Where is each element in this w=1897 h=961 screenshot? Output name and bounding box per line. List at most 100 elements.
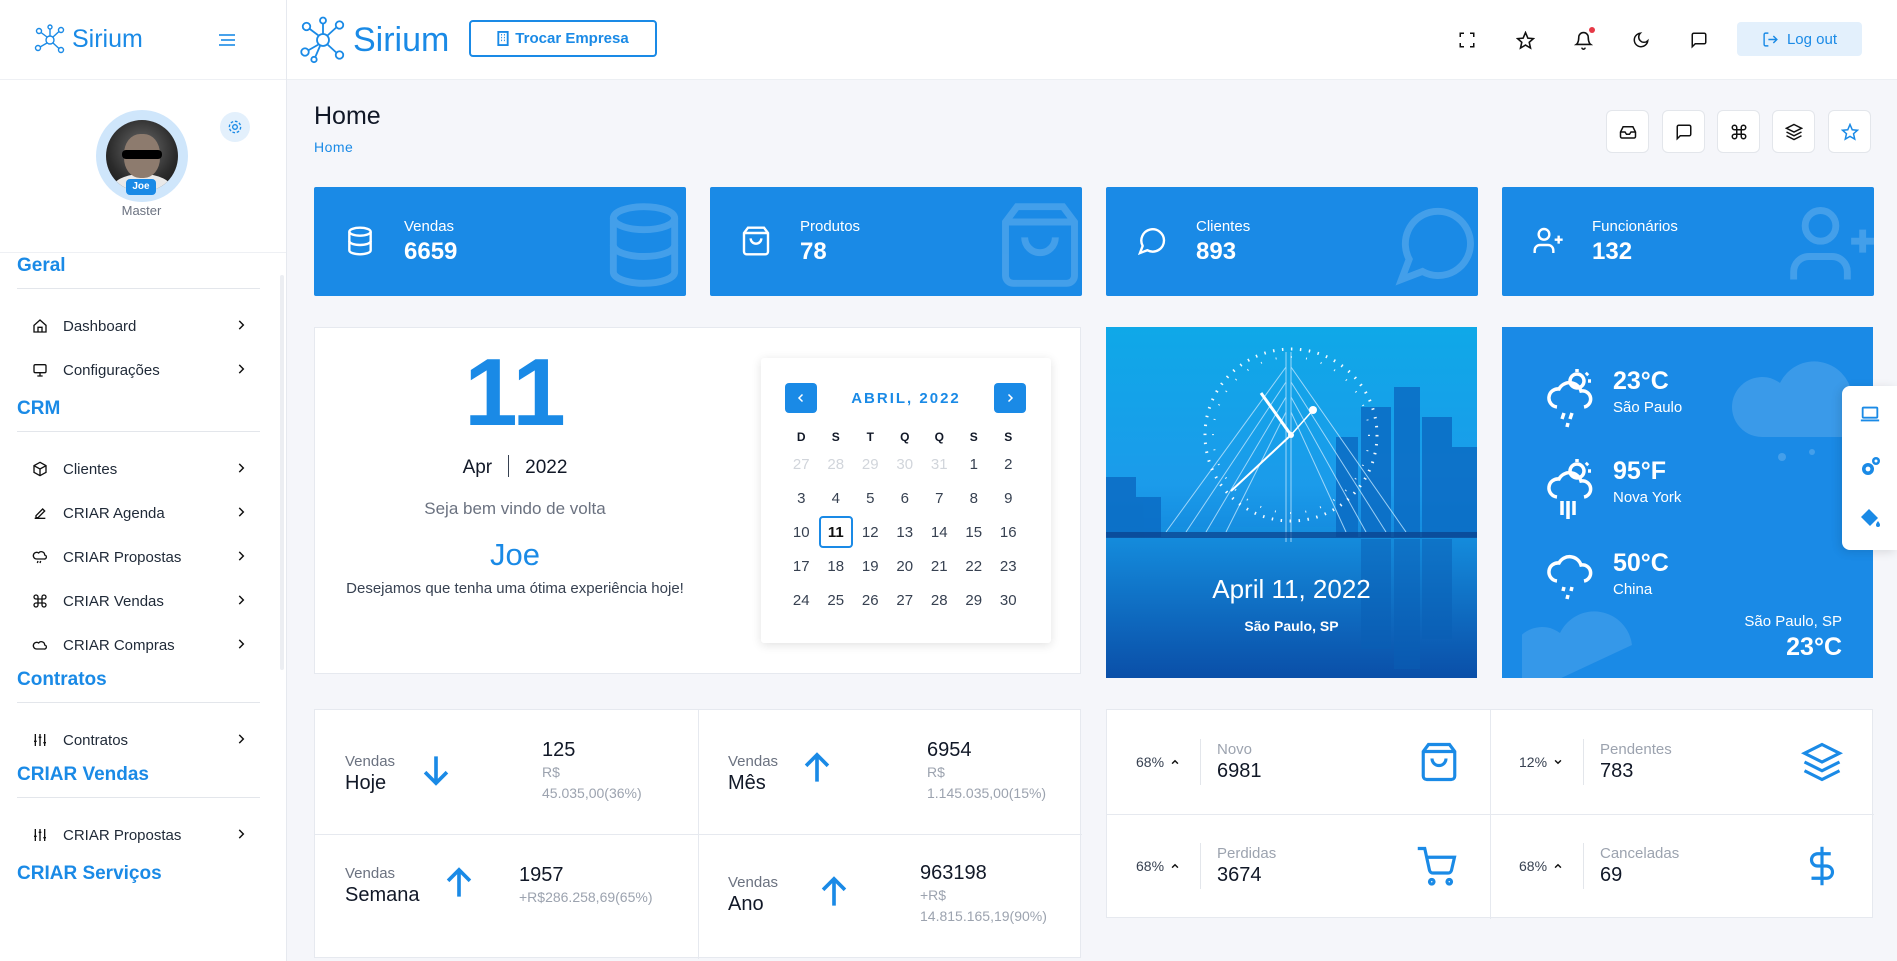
calendar-day-today[interactable]: 11 [818, 516, 854, 550]
stat-card-funcionarios[interactable]: Funcionários 132 [1502, 187, 1874, 296]
sidebar-item-label: CRIAR Propostas [63, 826, 182, 844]
sidebar-item-clientes[interactable]: Clientes [0, 447, 286, 491]
sidebar-item-dashboard[interactable]: Dashboard [0, 304, 286, 348]
settings-gears-icon[interactable] [1856, 453, 1884, 481]
layers-button[interactable] [1772, 110, 1815, 153]
fullscreen-icon[interactable] [1453, 26, 1481, 54]
calendar-day[interactable]: 9 [991, 482, 1026, 516]
calendar-day[interactable]: 28 [819, 448, 854, 482]
switch-company-button[interactable]: Trocar Empresa [469, 20, 657, 57]
star-icon[interactable] [1511, 26, 1539, 54]
calendar-day[interactable]: 14 [922, 516, 957, 550]
right-tool-rail [1842, 386, 1897, 550]
calendar-day-number: 7 [935, 490, 944, 507]
divider [1583, 843, 1584, 889]
sidebar-item-criar-compras[interactable]: CRIAR Compras [0, 623, 286, 667]
sidebar-logo[interactable]: Sirium [0, 0, 286, 80]
sidebar-item-configuracoes[interactable]: Configurações [0, 348, 286, 392]
calendar-day[interactable]: 27 [784, 448, 819, 482]
calendar-day[interactable]: 22 [957, 550, 992, 584]
chevron-right-icon [238, 463, 245, 473]
sidebar-item-criar-agenda[interactable]: CRIAR Agenda [0, 491, 286, 535]
menu-divider [17, 431, 260, 432]
calendar-day[interactable]: 1 [957, 448, 992, 482]
sidebar-item-label: Configurações [63, 361, 160, 379]
shopping-bag-icon [1421, 742, 1457, 782]
topbar-logo[interactable]: Sirium [299, 16, 449, 64]
user-name: Joe [490, 537, 540, 572]
message-square-icon[interactable] [1685, 26, 1713, 54]
calendar-day[interactable]: 23 [991, 550, 1026, 584]
calendar-day[interactable]: 21 [922, 550, 957, 584]
calendar-day[interactable]: 30 [888, 448, 923, 482]
bell-icon[interactable] [1569, 26, 1597, 54]
calendar-day[interactable]: 29 [957, 584, 992, 618]
moon-icon[interactable] [1627, 26, 1655, 54]
calendar-day[interactable]: 10 [784, 516, 819, 550]
calendar-day[interactable]: 15 [957, 516, 992, 550]
stat-card-vendas[interactable]: Vendas 6659 [314, 187, 686, 296]
breadcrumb[interactable]: Home [314, 139, 353, 155]
calendar-day[interactable]: 28 [922, 584, 957, 618]
stat-card-produtos[interactable]: Produtos 78 [710, 187, 1082, 296]
sales-amount-currency: +R$ [920, 887, 947, 903]
menu-divider [17, 797, 260, 798]
calendar-day[interactable]: 19 [853, 550, 888, 584]
calendar-day[interactable]: 20 [888, 550, 923, 584]
sidebar-item-contratos[interactable]: Contratos [0, 718, 286, 762]
logout-button[interactable]: Log out [1737, 22, 1862, 56]
calendar-day[interactable]: 8 [957, 482, 992, 516]
calendar-day-number: 12 [861, 524, 879, 541]
sidebar-item-criar-propostas-2[interactable]: CRIAR Propostas [0, 813, 286, 857]
calendar-day[interactable]: 25 [819, 584, 854, 618]
stat-card-clientes[interactable]: Clientes 893 [1106, 187, 1478, 296]
menu-section-title: Contratos [17, 669, 107, 690]
calendar-day[interactable]: 5 [853, 482, 888, 516]
calendar-next-button[interactable] [994, 383, 1026, 413]
order-percent-value: 12% [1519, 754, 1548, 770]
calendar-day[interactable]: 26 [853, 584, 888, 618]
calendar-day[interactable]: 30 [991, 584, 1026, 618]
sidebar-item-label: CRIAR Compras [63, 636, 175, 654]
gear-icon [228, 120, 242, 134]
calendar-day[interactable]: 31 [922, 448, 957, 482]
calendar-day[interactable]: 4 [819, 482, 854, 516]
calendar-day-number: 30 [999, 592, 1017, 609]
command-button[interactable] [1717, 110, 1760, 153]
calendar-day[interactable]: 7 [922, 482, 957, 516]
inbox-button[interactable] [1606, 110, 1649, 153]
calendar-day[interactable]: 29 [853, 448, 888, 482]
favorite-button[interactable] [1828, 110, 1871, 153]
layers-icon [1801, 742, 1843, 782]
chevron-down-icon [1554, 759, 1562, 765]
weather-footer-temp: 23°C [1786, 633, 1842, 661]
calendar-day[interactable]: 16 [991, 516, 1026, 550]
calendar-weekday: S [1004, 430, 1013, 444]
calendar-day[interactable]: 2 [991, 448, 1026, 482]
laptop-icon[interactable] [1856, 400, 1884, 428]
calendar-day[interactable]: 18 [819, 550, 854, 584]
calendar-day-number: 26 [861, 592, 879, 609]
calendar-day[interactable]: 24 [784, 584, 819, 618]
calendar-day[interactable]: 27 [888, 584, 923, 618]
order-label: Perdidas [1217, 845, 1277, 862]
profile-settings-button[interactable] [220, 112, 250, 142]
calendar-day[interactable]: 12 [853, 516, 888, 550]
sidebar-item-criar-propostas[interactable]: CRIAR Propostas [0, 535, 286, 579]
calendar-day[interactable]: 3 [784, 482, 819, 516]
shopping-cart-icon [1417, 846, 1457, 886]
calendar-day[interactable]: 17 [784, 550, 819, 584]
calendar-day[interactable]: 13 [888, 516, 923, 550]
chat-button[interactable] [1662, 110, 1705, 153]
calendar-day-number: 8 [969, 490, 978, 507]
paint-bucket-icon[interactable] [1856, 504, 1884, 532]
sidebar-scrollbar[interactable] [280, 275, 284, 670]
menu-toggle-icon[interactable] [216, 30, 238, 50]
sidebar-item-criar-vendas[interactable]: CRIAR Vendas [0, 579, 286, 623]
user-plus-icon [1790, 207, 1874, 280]
calendar-day[interactable]: 6 [888, 482, 923, 516]
calendar-day-number: 28 [930, 592, 948, 609]
current-month: Apr [462, 457, 493, 478]
arrow-up-icon [804, 752, 830, 782]
chevron-up-icon [1171, 759, 1179, 765]
